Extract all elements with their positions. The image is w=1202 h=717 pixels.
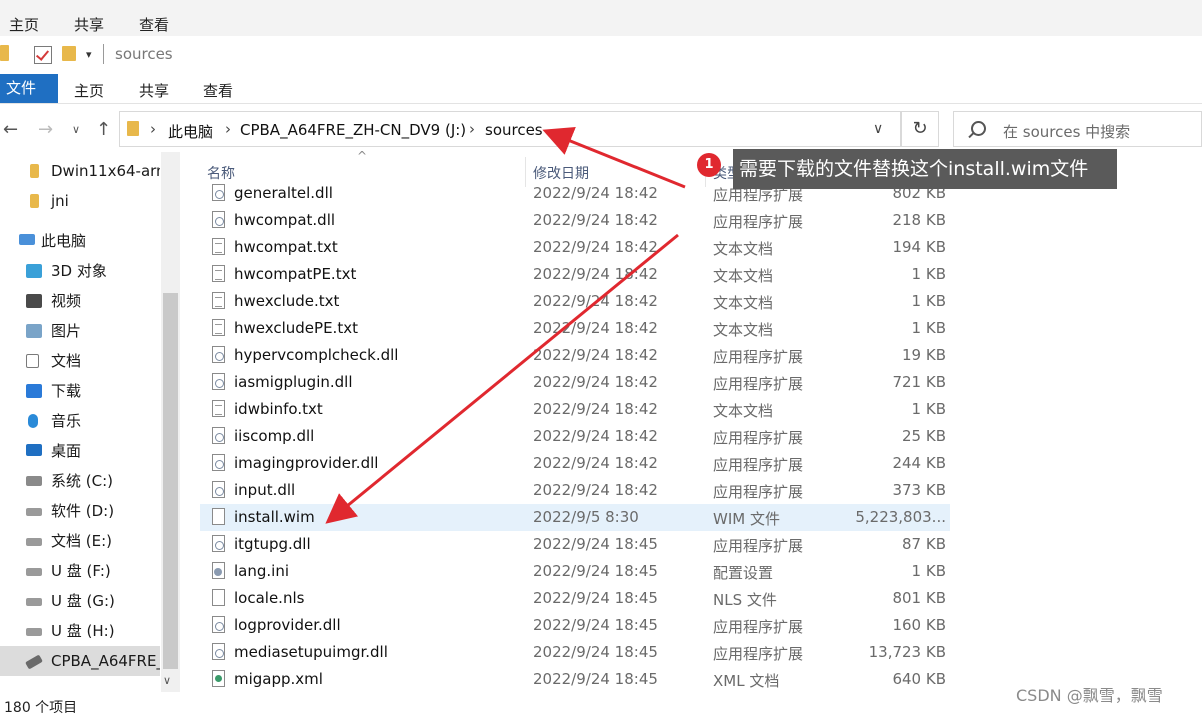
annotation-arrows xyxy=(325,127,686,524)
annotation-callout: 需要下载的文件替换这个install.wim文件 xyxy=(733,149,1117,189)
arrow-to-install-wim xyxy=(325,233,679,524)
arrow-to-sources-breadcrumb xyxy=(542,127,686,189)
annotation-number-badge: 1 xyxy=(697,153,721,177)
watermark: CSDN @飘雪，飘雪 xyxy=(1016,686,1163,705)
